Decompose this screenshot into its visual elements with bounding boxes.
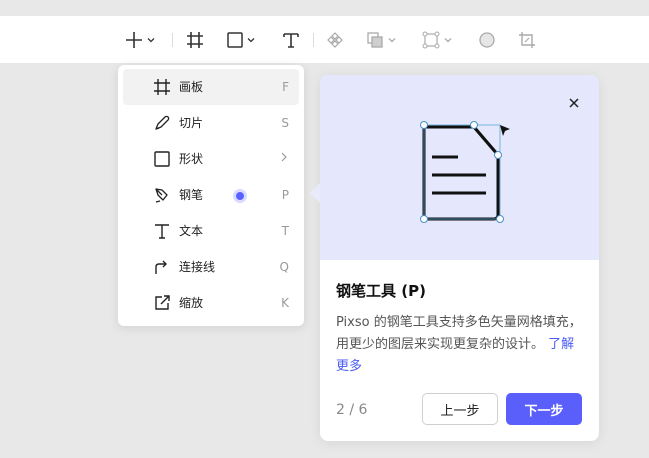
menu-item-frame[interactable]: 画板 F xyxy=(123,69,299,105)
menu-item-shortcut: P xyxy=(281,188,289,202)
boolean-icon xyxy=(365,30,385,50)
menu-item-pen[interactable]: 钢笔 P xyxy=(123,177,299,213)
menu-item-label: 连接线 xyxy=(179,260,216,274)
toolbar-divider xyxy=(172,33,173,47)
menu-item-connector[interactable]: 连接线 Q xyxy=(123,249,299,285)
menu-item-shortcut: F xyxy=(282,80,289,94)
menu-item-slice[interactable]: 切片 S xyxy=(123,105,299,141)
previous-step-button[interactable]: 上一步 xyxy=(422,393,498,425)
connector-icon xyxy=(153,258,171,276)
toolbar xyxy=(0,16,649,63)
component-icon xyxy=(325,30,345,50)
menu-item-scale[interactable]: 缩放 K xyxy=(123,285,299,321)
text-icon xyxy=(153,222,171,240)
pen-tool-guide-popover: 钢笔工具 (P) Pixso 的钢笔工具支持多色矢量网格填充，用更少的图层来实现… xyxy=(310,75,599,441)
menu-item-label: 钢笔 xyxy=(179,188,204,202)
frame-icon xyxy=(185,30,205,50)
menu-item-shape[interactable]: 形状 xyxy=(123,141,299,177)
new-feature-badge xyxy=(236,192,244,200)
slice-icon xyxy=(153,114,171,132)
selection-tool-button[interactable] xyxy=(421,28,453,52)
top-strip xyxy=(0,0,649,16)
popover-title: 钢笔工具 (P) xyxy=(336,282,426,300)
circle-icon xyxy=(477,30,497,50)
menu-item-label: 切片 xyxy=(179,116,204,130)
shape-tool-button[interactable] xyxy=(226,28,256,52)
chevron-down-icon xyxy=(246,35,256,45)
chevron-down-icon xyxy=(146,35,156,45)
toolbar-divider xyxy=(313,33,314,47)
popover-illustration-area xyxy=(320,75,599,260)
tool-dropdown-menu: 画板 F 切片 S 形状 钢笔 P 文本 T 连接线 Q 缩放 K xyxy=(118,65,304,326)
popover-body-text: Pixso 的钢笔工具支持多色矢量网格填充，用更少的图层来实现更复杂的设计。 xyxy=(336,315,582,352)
chevron-right-icon xyxy=(279,151,289,167)
menu-item-label: 缩放 xyxy=(179,296,204,310)
close-icon[interactable] xyxy=(566,95,582,111)
scale-icon xyxy=(153,294,171,312)
popover-arrow xyxy=(310,183,320,203)
chevron-down-icon xyxy=(443,35,453,45)
next-step-button[interactable]: 下一步 xyxy=(506,393,582,425)
crop-icon xyxy=(517,30,537,50)
add-tool-button[interactable] xyxy=(124,28,156,52)
chevron-down-icon xyxy=(387,35,397,45)
selection-icon xyxy=(421,30,441,50)
text-icon xyxy=(281,30,301,50)
menu-item-shortcut: T xyxy=(281,224,289,238)
frame-tool-button[interactable] xyxy=(185,28,205,52)
menu-item-shortcut: Q xyxy=(279,260,289,274)
frame-icon xyxy=(153,78,171,96)
menu-item-shortcut: S xyxy=(281,116,289,130)
step-indicator: 2 / 6 xyxy=(336,402,368,418)
menu-item-shortcut: K xyxy=(281,296,289,310)
menu-item-label: 文本 xyxy=(179,224,204,238)
component-tool-button[interactable] xyxy=(325,28,345,52)
rectangle-icon xyxy=(226,31,244,49)
plus-icon xyxy=(124,30,144,50)
crop-tool-button[interactable] xyxy=(517,28,537,52)
pen-icon xyxy=(153,186,171,204)
boolean-tool-button[interactable] xyxy=(365,28,397,52)
ellipse-tool-button[interactable] xyxy=(477,28,497,52)
rectangle-icon xyxy=(153,150,171,168)
menu-item-text[interactable]: 文本 T xyxy=(123,213,299,249)
menu-item-label: 形状 xyxy=(179,152,204,166)
text-tool-button[interactable] xyxy=(281,28,301,52)
popover-description: Pixso 的钢笔工具支持多色矢量网格填充，用更少的图层来实现更复杂的设计。 了… xyxy=(336,312,586,378)
document-illustration-icon xyxy=(414,119,514,233)
menu-item-label: 画板 xyxy=(179,80,204,94)
